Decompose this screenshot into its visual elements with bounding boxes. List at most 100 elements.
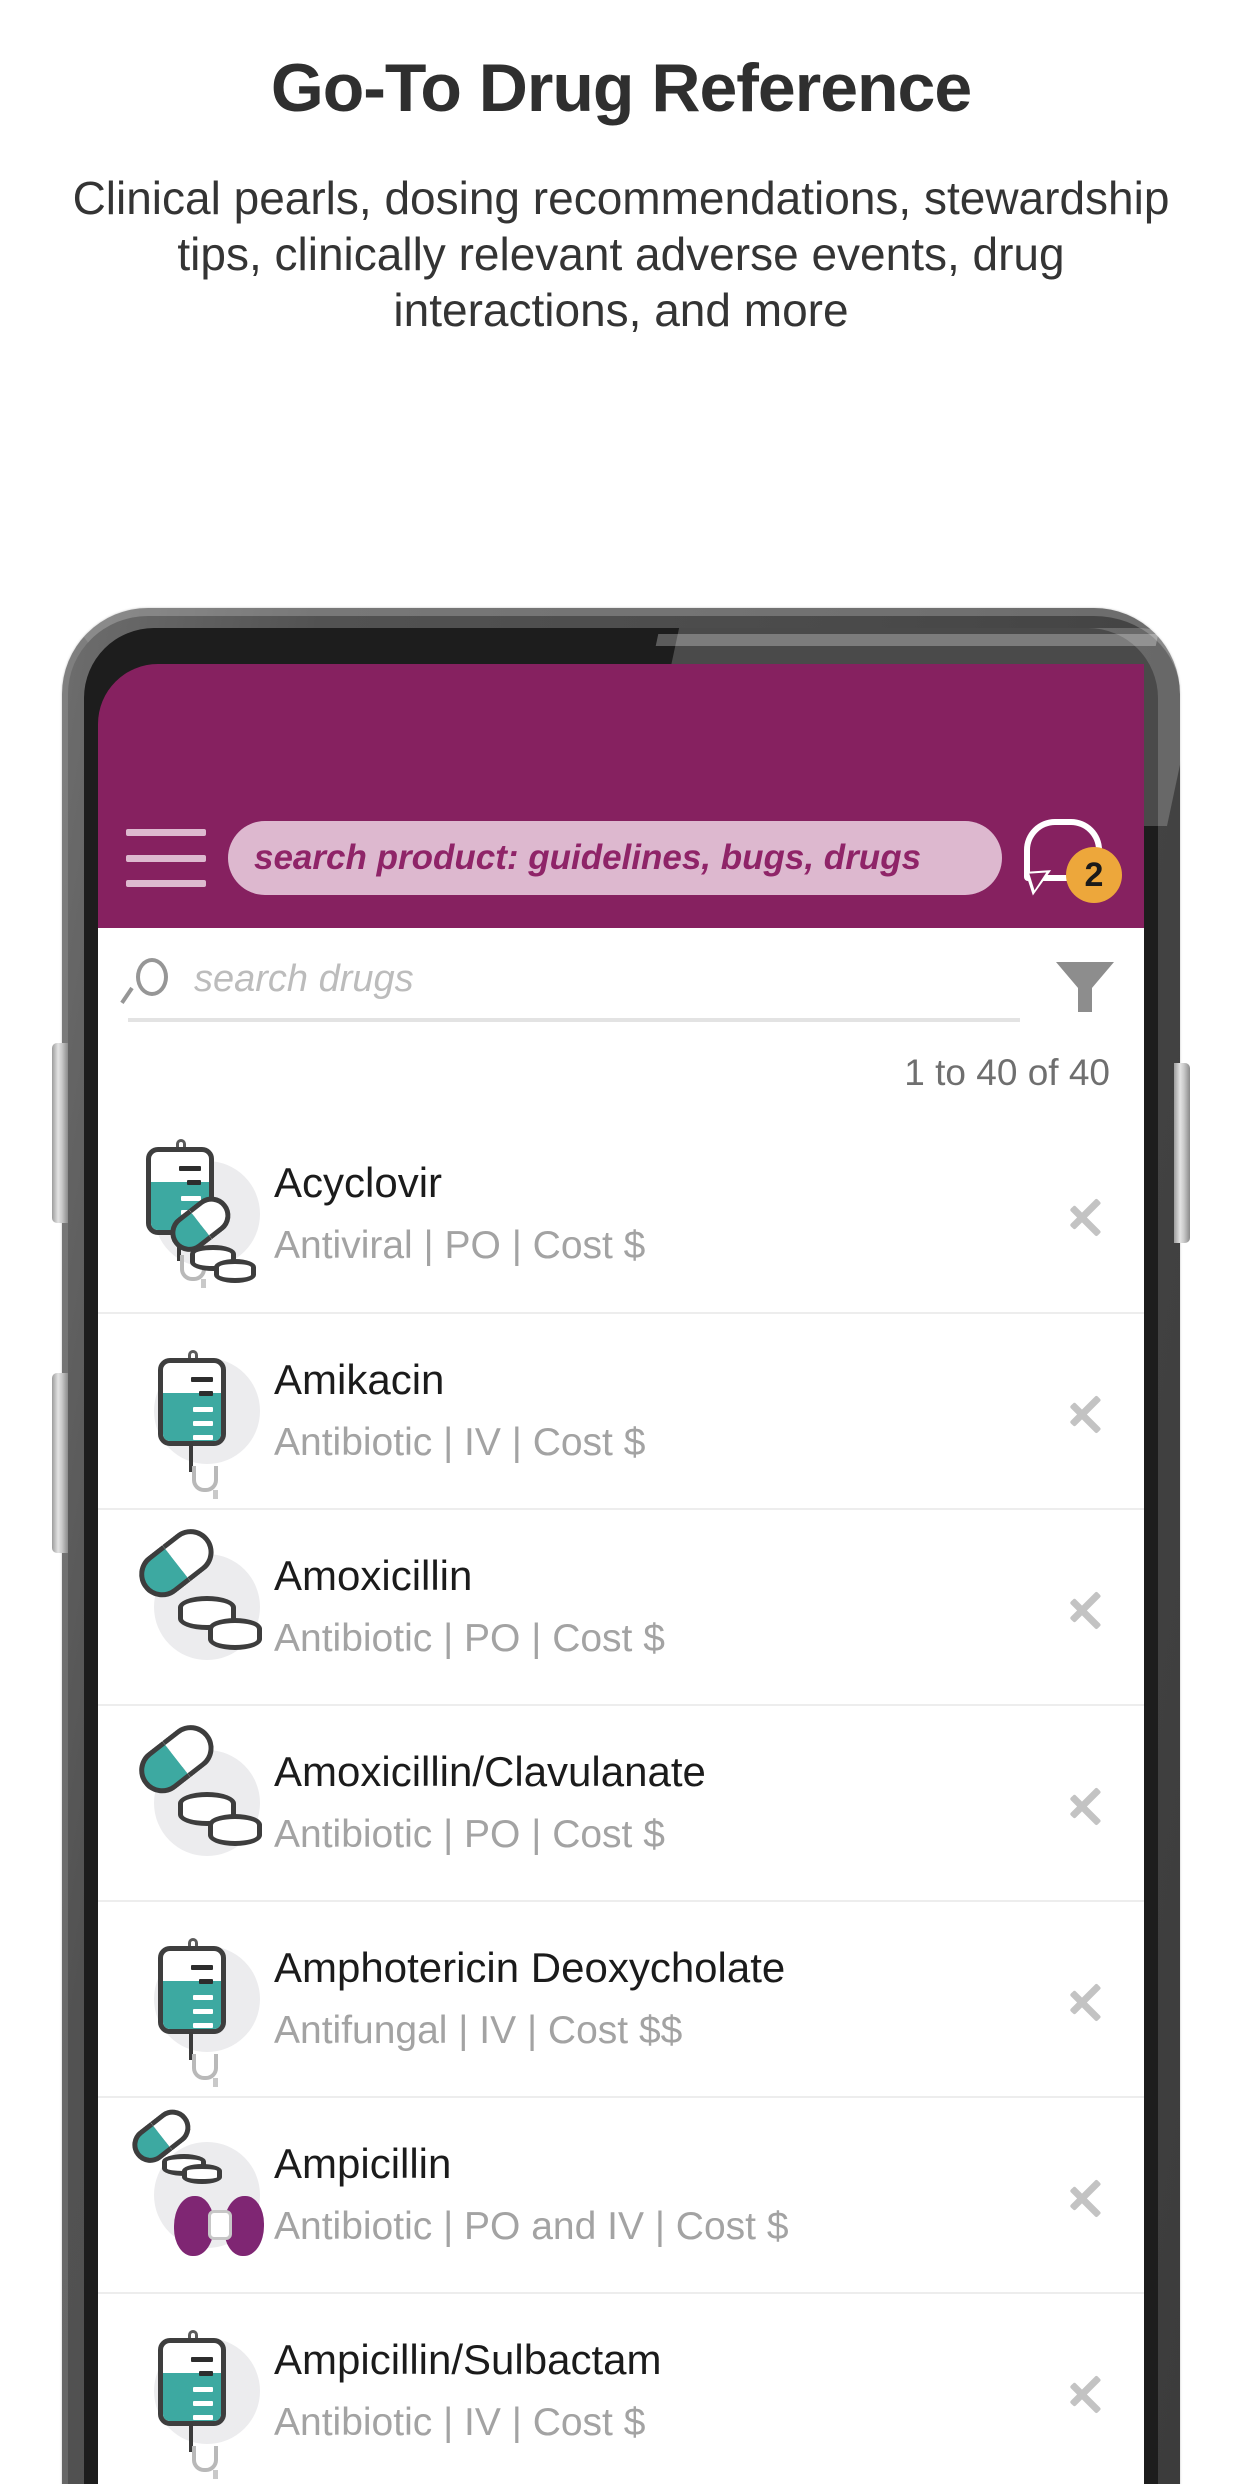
iv-tick <box>193 1421 213 1426</box>
list-item[interactable]: Amoxicillin Antibiotic | PO | Cost $ <box>98 1508 1144 1704</box>
tablets-icon <box>178 1592 264 1654</box>
list-item[interactable]: Amoxicillin/Clavulanate Antibiotic | PO … <box>98 1704 1144 1900</box>
drug-meta: Antibiotic | PO | Cost $ <box>274 1616 665 1660</box>
list-item-text: Ampicillin/Sulbactam Antibiotic | IV | C… <box>274 2334 1050 2447</box>
iv-drip-chamber <box>192 2054 218 2087</box>
drug-name: Ampicillin <box>274 2140 452 2188</box>
chevron-right-icon[interactable] <box>1060 1964 1116 2034</box>
iv-bag-body <box>158 1358 226 1446</box>
kidney-center <box>208 2210 232 2240</box>
chat-bubble-icon[interactable]: 2 <box>1024 815 1122 903</box>
list-item-text: Amphotericin Deoxycholate Antifungal | I… <box>274 1942 1050 2055</box>
result-count: 1 to 40 of 40 <box>904 1052 1110 1093</box>
iv-tick <box>193 2415 213 2420</box>
search-input[interactable]: search drugs <box>120 956 1020 1022</box>
chat-bubble-tail <box>1025 870 1053 896</box>
iv-bag-shape <box>158 2330 226 2479</box>
drug-list: Acyclovir Antiviral | PO | Cost $ Amikac… <box>98 1116 1144 2484</box>
iv-fluid <box>163 2372 221 2421</box>
iv-fluid <box>163 1392 221 1441</box>
drug-meta: Antibiotic | IV | Cost $ <box>274 1420 646 1464</box>
list-item[interactable]: Ampicillin/Sulbactam Antibiotic | IV | C… <box>98 2292 1144 2484</box>
hamburger-bar <box>126 880 206 887</box>
tablet <box>214 1259 256 1283</box>
tablets-icon <box>178 1788 264 1850</box>
hero-section: Go-To Drug Reference Clinical pearls, do… <box>0 0 1242 338</box>
iv-drip-chamber <box>192 2446 218 2479</box>
iv-bag-and-pills-icon <box>128 1139 260 1289</box>
chevron-right-icon[interactable] <box>1060 2356 1116 2426</box>
drug-name: Amoxicillin/Clavulanate <box>274 1748 706 1796</box>
list-item[interactable]: Amikacin Antibiotic | IV | Cost $ <box>98 1312 1144 1508</box>
drug-list-screen: search drugs 1 to 40 of 40 Acyclovir Ant… <box>98 928 1144 2484</box>
chevron-right-icon[interactable] <box>1060 2160 1116 2230</box>
iv-bag-icon <box>128 1924 260 2087</box>
list-item-text: Ampicillin Antibiotic | PO and IV | Cost… <box>274 2138 1050 2251</box>
iv-tick <box>193 1995 213 2000</box>
drug-meta: Antibiotic | PO | Cost $ <box>274 1812 665 1856</box>
page-root: Go-To Drug Reference Clinical pearls, do… <box>0 0 1242 2484</box>
hamburger-bar <box>126 829 206 836</box>
iv-drip-chamber <box>192 1466 218 1499</box>
volume-down-button[interactable] <box>52 1373 68 1553</box>
global-search-input[interactable]: search product: guidelines, bugs, drugs <box>228 821 1002 895</box>
pills-icon <box>128 1519 262 1682</box>
tablet <box>208 1618 262 1650</box>
chevron-right-icon[interactable] <box>1060 1768 1116 1838</box>
tablets-icon <box>190 1241 276 1303</box>
magnifier-lens <box>136 958 168 996</box>
search-placeholder: search drugs <box>194 957 414 1000</box>
power-button[interactable] <box>1174 1063 1190 1243</box>
magnifier-icon <box>120 956 174 1005</box>
iv-fluid <box>163 1980 221 2029</box>
kidneys-icon <box>174 2196 266 2258</box>
app-bar: search product: guidelines, bugs, drugs … <box>98 788 1144 928</box>
drug-name: Amoxicillin <box>274 1552 473 1600</box>
list-item-text: Amikacin Antibiotic | IV | Cost $ <box>274 1354 1050 1467</box>
drug-name: Ampicillin/Sulbactam <box>274 2336 662 2384</box>
list-item[interactable]: Acyclovir Antiviral | PO | Cost $ <box>98 1116 1144 1312</box>
pills-icon <box>128 1715 262 1878</box>
chevron-right-icon[interactable] <box>1060 1376 1116 1446</box>
iv-bag-icon <box>128 1336 260 1499</box>
phone-mockup: search product: guidelines, bugs, drugs … <box>52 608 1210 2484</box>
tablet <box>182 2164 222 2184</box>
list-item-text: Acyclovir Antiviral | PO | Cost $ <box>274 1157 1050 1270</box>
drug-meta: Antibiotic | PO and IV | Cost $ <box>274 2204 789 2248</box>
hamburger-icon[interactable] <box>126 829 206 887</box>
iv-tick <box>193 2401 213 2406</box>
iv-tick <box>193 1435 213 1440</box>
global-search-placeholder: search product: guidelines, bugs, drugs <box>254 838 922 877</box>
iv-bag-icon <box>128 2316 260 2479</box>
iv-tick <box>179 1166 201 1171</box>
iv-bag-body <box>158 2338 226 2426</box>
iv-tick <box>193 2387 213 2392</box>
iv-tick <box>193 2009 213 2014</box>
iv-tick <box>187 1180 201 1185</box>
page-subtitle: Clinical pearls, dosing recommendations,… <box>72 172 1170 337</box>
search-toolbar: search drugs <box>98 928 1144 1022</box>
iv-bag-shape <box>158 1938 226 2087</box>
iv-tick <box>191 1377 213 1382</box>
funnel-icon[interactable] <box>1056 958 1114 1016</box>
iv-tick <box>191 1965 213 1970</box>
iv-tick <box>191 2357 213 2362</box>
drug-name: Amikacin <box>274 1356 445 1404</box>
drug-meta: Antifungal | IV | Cost $$ <box>274 2008 683 2052</box>
hamburger-bar <box>126 854 206 862</box>
chevron-right-icon[interactable] <box>1060 1179 1116 1249</box>
list-item[interactable]: Amphotericin Deoxycholate Antifungal | I… <box>98 1900 1144 2096</box>
drug-meta: Antiviral | PO | Cost $ <box>274 1223 646 1267</box>
tablet <box>208 1814 262 1846</box>
chevron-right-icon[interactable] <box>1060 1572 1116 1642</box>
iv-tick <box>199 1391 213 1396</box>
iv-tick <box>193 2023 213 2028</box>
page-title: Go-To Drug Reference <box>270 50 972 126</box>
iv-tick <box>199 1979 213 1984</box>
volume-up-button[interactable] <box>52 1043 68 1223</box>
list-item-text: Amoxicillin/Clavulanate Antibiotic | PO … <box>274 1746 1050 1859</box>
funnel-top <box>1056 962 1114 988</box>
list-item[interactable]: Ampicillin Antibiotic | PO and IV | Cost… <box>98 2096 1144 2292</box>
pills-and-kidneys-icon <box>125 2102 264 2270</box>
iv-bag-body <box>158 1946 226 2034</box>
